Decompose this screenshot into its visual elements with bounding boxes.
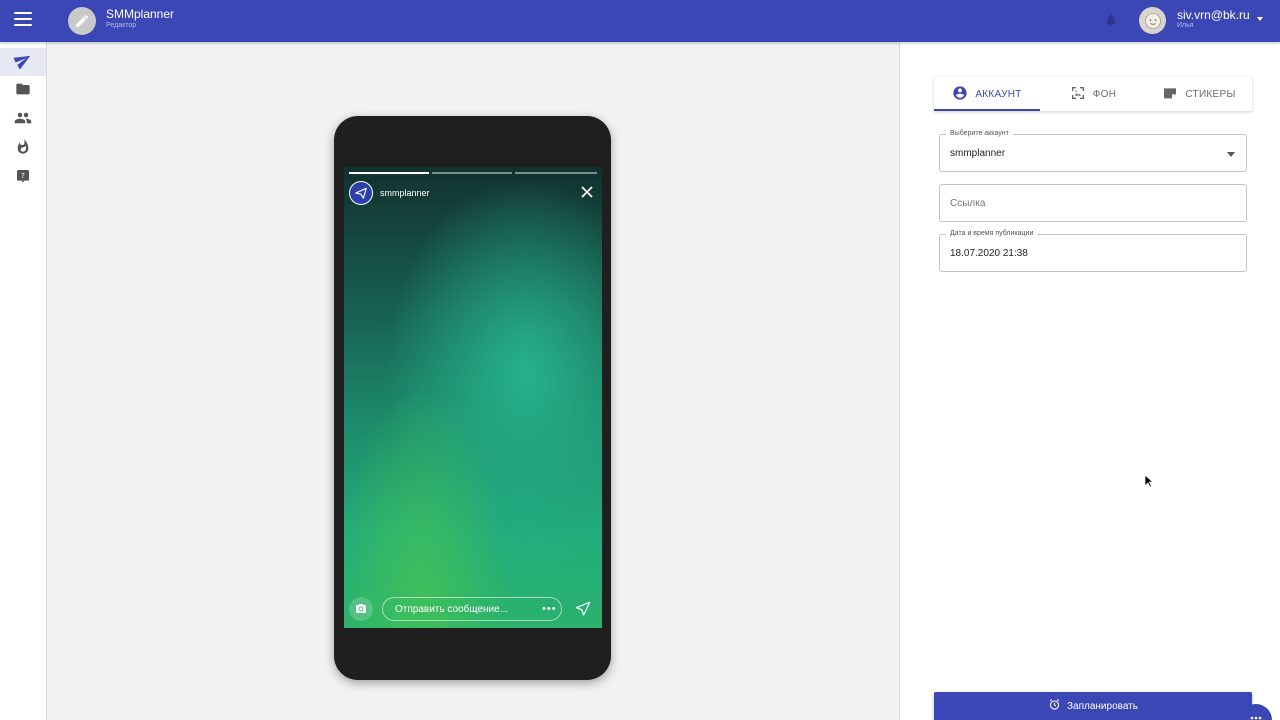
datetime-field[interactable]: Дата и время публикации 18.07.2020 21:38	[939, 230, 1247, 272]
tab-account[interactable]: АККАУНТ	[934, 77, 1040, 111]
app-title: SMMplanner	[106, 7, 175, 21]
datetime-field-value: 18.07.2020 21:38	[950, 248, 1028, 259]
story-account-name: smmplanner	[380, 188, 430, 198]
bell-icon[interactable]	[1104, 12, 1118, 28]
left-sidebar: ?	[0, 42, 47, 720]
sidebar-item-trending[interactable]	[0, 135, 46, 163]
account-select-label: Выберите аккаунт	[946, 130, 1013, 137]
tab-background[interactable]: ФОН	[1040, 77, 1146, 111]
svg-text:?: ?	[21, 171, 25, 180]
sidebar-item-accounts[interactable]	[0, 106, 46, 134]
user-name: Илья	[1177, 22, 1194, 29]
send-icon	[13, 51, 32, 74]
schedule-button-label: Запланировать	[1067, 700, 1138, 712]
story-message-input[interactable]: Отправить сообщение...	[382, 597, 562, 621]
sidebar-item-help[interactable]: ?	[0, 164, 46, 192]
story-preview: smmplanner Отправить сообщение... •••	[344, 167, 602, 628]
link-field[interactable]: Ссылка	[939, 184, 1247, 222]
link-field-placeholder: Ссылка	[950, 198, 986, 209]
account-select[interactable]: Выберите аккаунт smmplanner	[939, 130, 1247, 172]
app-subtitle: Редактор	[106, 22, 137, 29]
more-dots-icon[interactable]: •••	[542, 604, 557, 615]
tab-label: ФОН	[1092, 88, 1117, 100]
tab-label: СТИКЕРЫ	[1185, 88, 1236, 100]
top-app-bar: SMMplanner Редактор siv.vrn@bk.ru Илья	[0, 0, 1280, 42]
send-icon[interactable]	[575, 601, 591, 617]
sticker-icon	[1162, 85, 1185, 104]
hamburger-menu-icon[interactable]	[14, 12, 32, 26]
tab-label: АККАУНТ	[975, 88, 1022, 100]
fire-icon	[15, 138, 31, 160]
account-select-value: smmplanner	[950, 148, 1006, 159]
camera-icon[interactable]	[349, 597, 373, 621]
tab-stickers[interactable]: СТИКЕРЫ	[1146, 77, 1252, 111]
people-icon	[14, 109, 32, 132]
story-progress-segment	[349, 172, 429, 174]
dropdown-arrow-icon[interactable]	[1227, 152, 1235, 157]
pencil-icon	[68, 7, 96, 35]
sidebar-item-folders[interactable]	[0, 77, 46, 105]
story-account-avatar	[349, 181, 373, 205]
help-icon: ?	[15, 168, 31, 189]
close-icon[interactable]	[580, 185, 594, 199]
story-progress-segment	[515, 172, 597, 174]
folder-icon	[15, 81, 31, 102]
user-email[interactable]: siv.vrn@bk.ru	[1177, 8, 1250, 22]
user-avatar[interactable]	[1139, 7, 1166, 34]
alarm-clock-icon	[1048, 698, 1067, 714]
story-progress-segment	[432, 172, 512, 174]
datetime-field-label: Дата и время публикации	[946, 230, 1038, 237]
image-frame-icon	[1070, 85, 1093, 104]
schedule-button[interactable]: Запланировать	[934, 692, 1252, 720]
account-circle-icon	[952, 85, 975, 104]
mouse-cursor-icon	[1144, 474, 1155, 488]
chevron-down-icon[interactable]	[1257, 17, 1263, 21]
sidebar-item-posts[interactable]	[0, 48, 46, 76]
panel-tabs: АККАУНТ ФОН СТИКЕРЫ	[934, 77, 1252, 111]
